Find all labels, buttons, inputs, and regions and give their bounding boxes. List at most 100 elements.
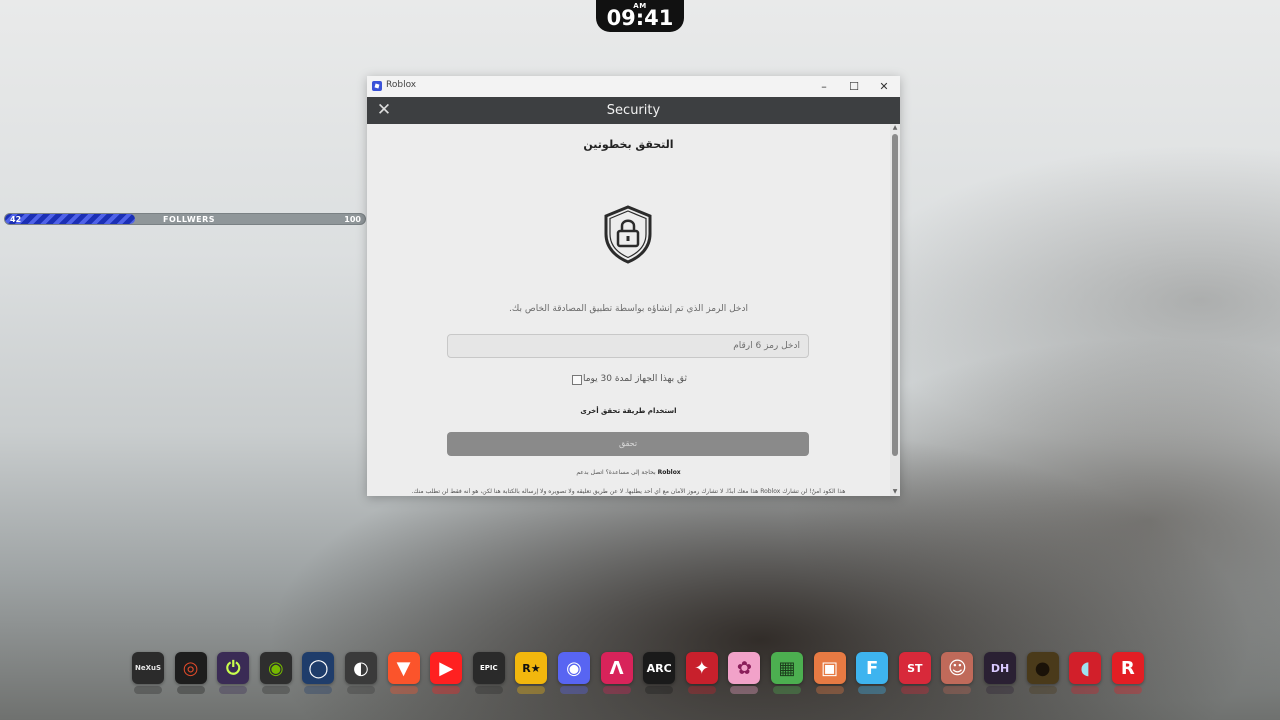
obs-icon-glyph: ◐ <box>353 657 369 679</box>
mask-game-icon-reflection <box>1028 686 1057 694</box>
among-us-icon[interactable]: ◖ <box>1069 652 1102 694</box>
clock-widget: AM 09:41 <box>596 0 684 32</box>
bird-app-icon-reflection <box>687 686 716 694</box>
scrollbar[interactable]: ▲ ▼ <box>890 124 900 496</box>
fortnite-icon-glyph: F <box>866 657 879 679</box>
mask-game-icon-glyph: ● <box>1034 657 1051 679</box>
nvidia-icon[interactable]: ◉ <box>259 652 292 694</box>
nvidia-icon-glyph: ◉ <box>267 657 284 679</box>
tv-app-icon-reflection <box>815 686 844 694</box>
trust-device-option[interactable]: ثق بهذا الجهاز لمدة 30 يوما <box>572 374 687 388</box>
bird-app-icon[interactable]: ✦ <box>685 652 718 694</box>
rockstar-icon-glyph: R★ <box>522 661 541 675</box>
nexus-icon-reflection <box>134 686 162 694</box>
rockstar-icon-reflection <box>517 686 546 694</box>
window-titlebar[interactable]: Roblox – ☐ ✕ <box>367 76 900 97</box>
trust-device-label: ثق بهذا الجهاز لمدة 30 يوما <box>582 374 687 384</box>
scroll-down-arrow-icon[interactable]: ▼ <box>890 488 900 496</box>
brave-icon-glyph: ▼ <box>396 657 411 679</box>
mask-game-icon[interactable]: ● <box>1026 652 1059 694</box>
fortnite-icon-reflection <box>858 686 887 694</box>
roblox-r-icon[interactable]: R <box>1111 652 1144 694</box>
nexus-icon-glyph: NeXuS <box>134 664 162 672</box>
two-step-verification-panel: التحقق بخطوتين ادخل الرمز الذي تم إنشاؤه… <box>367 124 890 496</box>
window-title: Roblox <box>386 80 417 90</box>
apex-icon-glyph: Λ <box>609 657 624 679</box>
power-app-icon-reflection <box>219 686 248 694</box>
st-app-icon[interactable]: ST <box>898 652 931 694</box>
verify-button[interactable]: تحقق <box>447 432 809 456</box>
candy-game-icon-reflection <box>730 686 759 694</box>
discord-icon-reflection <box>560 686 588 694</box>
rockstar-icon[interactable]: R★ <box>515 652 548 694</box>
brave-icon-reflection <box>389 686 418 694</box>
power-app-icon-glyph: ⏻ <box>226 657 241 679</box>
game-character-icon-glyph: ☺ <box>948 657 967 679</box>
camera-app-icon-glyph: ◯ <box>308 657 329 679</box>
candy-game-icon-glyph: ✿ <box>736 657 752 679</box>
minecraft-icon[interactable]: ▦ <box>771 652 803 694</box>
discord-icon-glyph: ◉ <box>566 657 582 679</box>
window-close-button[interactable]: ✕ <box>869 76 899 97</box>
alternate-method-link[interactable]: استخدام طريقة تحقق أخرى <box>367 407 890 415</box>
instruction-text: ادخل الرمز الذي تم إنشاؤه بواسطة تطبيق ا… <box>509 304 748 314</box>
candy-game-icon[interactable]: ✿ <box>728 652 761 694</box>
help-text: Roblox بحاجة إلى مساعدة؟ اتصل بدعم <box>367 469 890 476</box>
maximize-button[interactable]: ☐ <box>839 76 869 97</box>
security-title: Security <box>606 103 661 118</box>
among-us-icon-glyph: ◖ <box>1080 657 1090 679</box>
trust-device-checkbox[interactable] <box>572 375 582 385</box>
minecraft-icon-reflection <box>773 686 801 694</box>
security-header: ✕ Security <box>367 97 900 124</box>
game-character-icon-reflection <box>943 686 972 694</box>
help-text-brand[interactable]: Roblox <box>658 469 681 476</box>
epic-games-icon-glyph: EPIC <box>479 664 498 672</box>
fortnite-icon[interactable]: F <box>856 652 889 694</box>
page-title: التحقق بخطوتين <box>583 138 674 151</box>
roblox-app-icon <box>372 81 382 91</box>
arc-raiders-icon-reflection <box>645 686 674 694</box>
roblox-r-icon-reflection <box>1113 686 1142 694</box>
roblox-window: Roblox – ☐ ✕ ✕ Security التحقق بخطوتين ا… <box>367 76 900 496</box>
arc-raiders-icon-glyph: ARC <box>646 661 672 675</box>
verification-code-input[interactable] <box>447 334 809 358</box>
minimize-button[interactable]: – <box>809 76 839 97</box>
tv-app-icon-glyph: ▣ <box>821 657 839 679</box>
roblox-r-icon-glyph: R <box>1120 657 1135 679</box>
help-text-prefix: بحاجة إلى مساعدة؟ اتصل بدعم <box>576 469 656 476</box>
obs-icon[interactable]: ◐ <box>345 652 377 694</box>
youtube-icon-glyph: ▶ <box>439 657 454 679</box>
scroll-up-arrow-icon[interactable]: ▲ <box>890 124 900 132</box>
nvidia-icon-reflection <box>261 686 290 694</box>
apex-icon[interactable]: Λ <box>600 652 633 694</box>
crosshair-app-icon-glyph: ◎ <box>182 657 199 679</box>
brave-icon[interactable]: ▼ <box>387 652 420 694</box>
dark-hours-icon-glyph: DH <box>990 661 1010 675</box>
tv-app-icon[interactable]: ▣ <box>813 652 846 694</box>
apex-icon-reflection <box>602 686 631 694</box>
follower-progress-bar: 42 FOLLWERS 100 <box>4 213 366 225</box>
st-app-icon-glyph: ST <box>907 661 923 675</box>
scrollbar-thumb[interactable] <box>892 134 898 456</box>
crosshair-app-icon-reflection <box>176 686 205 694</box>
among-us-icon-reflection <box>1071 686 1100 694</box>
youtube-icon[interactable]: ▶ <box>430 652 463 694</box>
camera-app-icon-reflection <box>304 686 333 694</box>
follower-progress-fill <box>5 214 136 224</box>
camera-app-icon[interactable]: ◯ <box>302 652 335 694</box>
epic-games-icon-reflection <box>474 686 503 694</box>
game-character-icon[interactable]: ☺ <box>941 652 974 694</box>
obs-icon-reflection <box>347 686 375 694</box>
epic-games-icon[interactable]: EPIC <box>472 652 505 694</box>
follower-current-count: 42 <box>10 215 22 224</box>
arc-raiders-icon[interactable]: ARC <box>643 652 676 694</box>
clock-time: 09:41 <box>606 6 674 30</box>
nexus-icon[interactable]: NeXuS <box>132 652 164 694</box>
crosshair-app-icon[interactable]: ◎ <box>174 652 207 694</box>
discord-icon[interactable]: ◉ <box>558 652 590 694</box>
st-app-icon-reflection <box>900 686 929 694</box>
bird-app-icon-glyph: ✦ <box>694 657 710 679</box>
power-app-icon[interactable]: ⏻ <box>217 652 250 694</box>
dark-hours-icon[interactable]: DH <box>984 652 1016 694</box>
taskbar-dock: NeXuS ◎ ⏻ ◉ ◯ ◐ ▼ ▶ EPIC R★ ◉ Λ ARC ✦ ✿ ▦ ▣ F ST ☺ DH ● ◖ R <box>128 648 1148 694</box>
